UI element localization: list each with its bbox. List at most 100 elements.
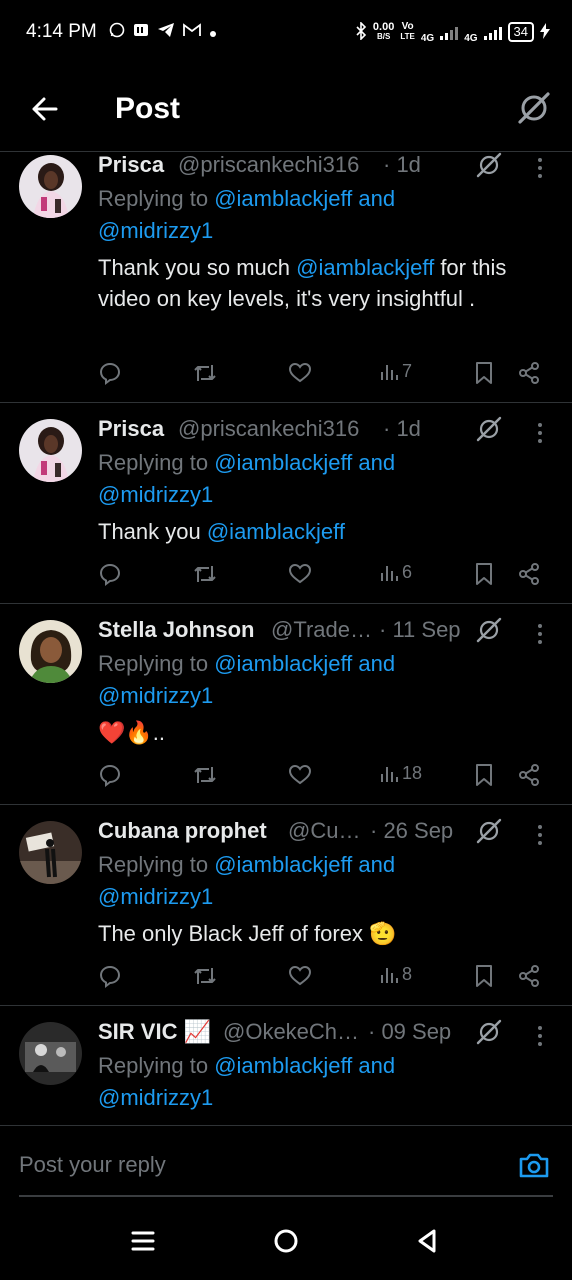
- more-options-button[interactable]: [536, 823, 544, 847]
- views-button[interactable]: 7: [380, 361, 412, 382]
- grok-button[interactable]: [516, 90, 552, 126]
- share-button[interactable]: [517, 964, 541, 988]
- mention-link[interactable]: @iamblackjeff and: [214, 186, 395, 211]
- replying-to-label: Replying to: [98, 1053, 209, 1078]
- mention-link[interactable]: @iamblackjeff: [296, 255, 434, 280]
- author-handle[interactable]: @priscankechi316: [178, 152, 359, 178]
- reply-button[interactable]: [98, 964, 122, 988]
- tweet-item[interactable]: Cubana prophet @Cu… · 26 Sep Replying to…: [0, 805, 572, 1006]
- tweet-time[interactable]: · 26 Sep: [370, 818, 453, 844]
- network-type-2: 4G: [464, 33, 478, 44]
- retweet-button[interactable]: [192, 964, 218, 988]
- mention-link[interactable]: @iamblackjeff and: [214, 852, 395, 877]
- avatar[interactable]: [19, 419, 82, 482]
- author-handle[interactable]: @priscankechi316: [178, 416, 359, 442]
- tweet-time[interactable]: · 11 Sep: [379, 617, 461, 643]
- views-button[interactable]: 8: [380, 964, 412, 985]
- bookmark-button[interactable]: [474, 763, 494, 787]
- author-handle[interactable]: @OkekeCh…: [223, 1019, 359, 1045]
- author-name[interactable]: SIR VIC 📈: [98, 1019, 211, 1045]
- camera-button[interactable]: [518, 1151, 550, 1179]
- retweet-button[interactable]: [192, 562, 218, 586]
- author-name[interactable]: Cubana prophet: [98, 818, 267, 844]
- back-nav-button[interactable]: [413, 1226, 443, 1256]
- share-button[interactable]: [517, 562, 541, 586]
- tweet-text-part: ❤️🔥..: [98, 720, 166, 745]
- mention-link[interactable]: @iamblackjeff and: [214, 651, 395, 676]
- views-button[interactable]: 6: [380, 562, 412, 583]
- tweet-item[interactable]: Stella Johnson @Trade… · 11 Sep Replying…: [0, 604, 572, 805]
- like-button[interactable]: [288, 361, 312, 385]
- retweet-button[interactable]: [192, 763, 218, 787]
- views-icon: [381, 766, 398, 782]
- tweet-item[interactable]: Prisca @priscankechi316 · 1d Replying to…: [0, 152, 572, 403]
- views-count: 18: [402, 763, 423, 783]
- bookmark-button[interactable]: [474, 361, 494, 385]
- author-handle[interactable]: @Trade…: [271, 617, 372, 643]
- views-button[interactable]: 18: [380, 763, 422, 784]
- grok-button[interactable]: [476, 818, 502, 844]
- avatar[interactable]: [19, 155, 82, 218]
- grok-button[interactable]: [476, 1019, 502, 1045]
- views-icon: [381, 565, 398, 581]
- tweet-time[interactable]: · 09 Sep: [368, 1019, 451, 1045]
- mention-link[interactable]: @midrizzy1: [98, 218, 213, 243]
- gmail-icon: [182, 23, 201, 41]
- reply-input[interactable]: Post your reply: [19, 1152, 166, 1178]
- heart-icon: [288, 563, 312, 584]
- tweet-item[interactable]: Prisca @priscankechi316 · 1d Replying to…: [0, 403, 572, 604]
- like-button[interactable]: [288, 562, 312, 586]
- bookmark-button[interactable]: [474, 964, 494, 988]
- share-button[interactable]: [517, 763, 541, 787]
- more-vertical-icon: [538, 624, 542, 644]
- reply-button[interactable]: [98, 361, 122, 385]
- home-button[interactable]: [271, 1226, 301, 1256]
- mention-link[interactable]: @iamblackjeff: [207, 519, 345, 544]
- grok-button[interactable]: [476, 617, 502, 643]
- tweet-actions: 18: [98, 763, 572, 791]
- tweet-actions: 6: [98, 562, 572, 590]
- network-type-1: 4G: [420, 33, 435, 44]
- grok-button[interactable]: [476, 152, 502, 178]
- back-button[interactable]: [28, 92, 62, 126]
- like-button[interactable]: [288, 763, 312, 787]
- author-name[interactable]: Prisca: [98, 152, 164, 178]
- whatsapp-icon: [109, 22, 125, 42]
- views-icon: [381, 364, 398, 380]
- author-name[interactable]: Prisca: [98, 416, 164, 442]
- retweet-button[interactable]: [192, 361, 218, 385]
- recent-apps-button[interactable]: [129, 1226, 159, 1256]
- mention-link[interactable]: @midrizzy1: [98, 884, 213, 909]
- avatar[interactable]: [19, 821, 82, 884]
- reply-feed[interactable]: Prisca @priscankechi316 · 1d Replying to…: [0, 152, 572, 1124]
- more-options-button[interactable]: [536, 156, 544, 180]
- replying-to-label: Replying to: [98, 852, 209, 877]
- mention-link[interactable]: @midrizzy1: [98, 1085, 213, 1110]
- reply-button[interactable]: [98, 763, 122, 787]
- bookmark-icon: [476, 764, 492, 786]
- like-button[interactable]: [288, 964, 312, 988]
- author-name[interactable]: Stella Johnson: [98, 617, 254, 643]
- mention-link[interactable]: @midrizzy1: [98, 482, 213, 507]
- mention-link[interactable]: @midrizzy1: [98, 683, 213, 708]
- avatar[interactable]: [19, 620, 82, 683]
- share-button[interactable]: [517, 361, 541, 385]
- tweet-item[interactable]: SIR VIC 📈 @OkekeCh… · 09 Sep Replying to…: [0, 1006, 572, 1124]
- volte-bottom: LTE: [400, 32, 415, 41]
- tweet-time[interactable]: · 1d: [383, 416, 421, 442]
- grok-button[interactable]: [476, 416, 502, 442]
- avatar[interactable]: [19, 1022, 82, 1085]
- bookmark-button[interactable]: [474, 562, 494, 586]
- reply-button[interactable]: [98, 562, 122, 586]
- tweet-time[interactable]: · 1d: [383, 152, 421, 178]
- more-vertical-icon: [538, 158, 542, 178]
- share-icon: [519, 362, 539, 384]
- more-options-button[interactable]: [536, 622, 544, 646]
- reply-icon: [99, 764, 121, 787]
- mention-link[interactable]: @iamblackjeff and: [214, 450, 395, 475]
- more-options-button[interactable]: [536, 421, 544, 445]
- more-vertical-icon: [538, 825, 542, 845]
- mention-link[interactable]: @iamblackjeff and: [214, 1053, 395, 1078]
- more-options-button[interactable]: [536, 1024, 544, 1048]
- author-handle[interactable]: @Cu…: [288, 818, 360, 844]
